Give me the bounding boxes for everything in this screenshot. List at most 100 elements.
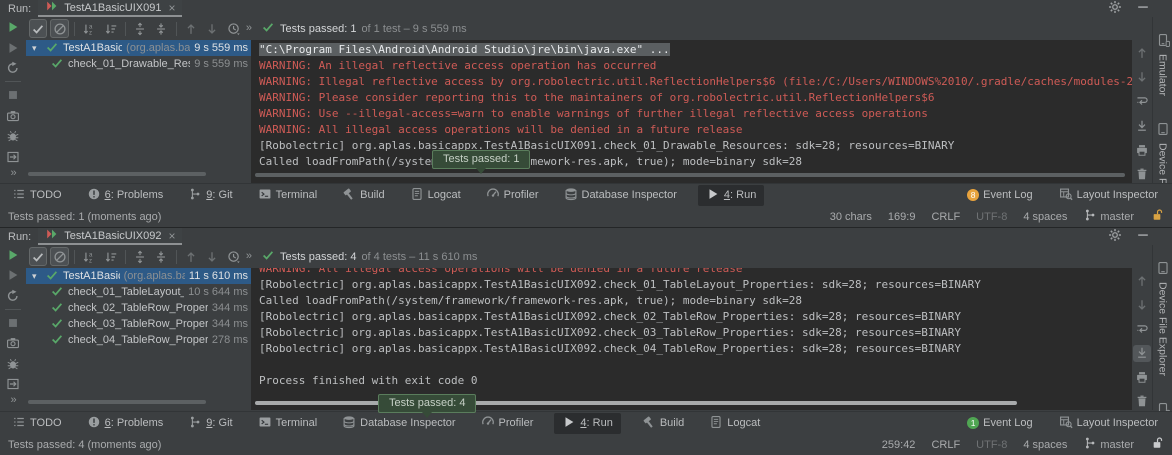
- toolwindow-button-emulator[interactable]: Emulator: [1156, 33, 1170, 96]
- chevron-down-icon[interactable]: ▾: [32, 43, 41, 54]
- rerun-icon[interactable]: [2, 37, 24, 57]
- console-output[interactable]: WARNING: All illegal access operations w…: [251, 268, 1132, 410]
- settings-gear-icon[interactable]: [1108, 228, 1122, 245]
- stop-icon[interactable]: [2, 85, 24, 105]
- run-icon[interactable]: [2, 245, 24, 265]
- scroll-down-icon[interactable]: [1133, 68, 1151, 85]
- toolwindow-button-logcat[interactable]: Logcat: [705, 413, 764, 434]
- status-widget-utf8[interactable]: UTF-8: [976, 211, 1007, 223]
- expand-all-icon[interactable]: [131, 19, 149, 38]
- screenshot-icon[interactable]: [2, 106, 24, 126]
- test-error-icon[interactable]: [2, 353, 24, 373]
- sort-by-duration-icon[interactable]: [101, 247, 119, 266]
- toolwindow-button-run[interactable]: 4: Run: [554, 413, 620, 434]
- hide-passed-icon[interactable]: [50, 247, 68, 266]
- toolwindow-button-git[interactable]: 9: Git: [184, 413, 236, 434]
- status-widget-crlf[interactable]: CRLF: [931, 211, 960, 223]
- toolwindow-button-terminal[interactable]: Terminal: [254, 185, 322, 206]
- toolwindow-button-device[interactable]: Device File Explorer: [1156, 261, 1170, 376]
- tree-horizontal-scrollbar[interactable]: [28, 172, 206, 176]
- status-widget-utf8[interactable]: UTF-8: [976, 439, 1007, 451]
- tab-close-icon[interactable]: ×: [168, 3, 175, 13]
- test-history-icon[interactable]: [224, 247, 242, 266]
- toolwindow-button-profiler[interactable]: Profiler: [477, 413, 538, 434]
- toolwindow-button-build[interactable]: Build: [338, 185, 388, 206]
- button-event-log[interactable]: 1Event Log: [963, 415, 1037, 431]
- settings-gear-icon[interactable]: [1108, 0, 1122, 17]
- scroll-up-icon[interactable]: [1133, 44, 1151, 61]
- console-horizontal-scrollbar[interactable]: [255, 173, 1125, 177]
- button-event-log[interactable]: 8Event Log: [963, 187, 1037, 203]
- scroll-to-end-icon[interactable]: [1133, 117, 1151, 134]
- git-branch-widget[interactable]: master: [1083, 208, 1134, 225]
- print-icon[interactable]: [1133, 141, 1151, 158]
- button-layout-inspector[interactable]: Layout Inspector: [1055, 185, 1162, 206]
- soft-wrap-icon[interactable]: [1133, 93, 1151, 110]
- tab-close-icon[interactable]: ×: [168, 231, 175, 241]
- clear-all-icon[interactable]: [1133, 166, 1151, 183]
- test-tree-root-row[interactable]: ▾TestA1BasicUIX091(org.aplas.basicappx)9…: [26, 40, 251, 56]
- status-widget-25942[interactable]: 259:42: [882, 439, 916, 451]
- toolwindow-button-build[interactable]: Build: [638, 413, 688, 434]
- rerun-failed-tests-icon[interactable]: [2, 58, 24, 78]
- toolwindow-button-git[interactable]: 9: Git: [184, 185, 236, 206]
- more-options-chevrons-icon[interactable]: »: [10, 167, 15, 179]
- status-widget-4spaces[interactable]: 4 spaces: [1023, 439, 1067, 451]
- hide-window-icon[interactable]: [1136, 228, 1150, 245]
- toolwindow-button-profiler[interactable]: Profiler: [482, 185, 543, 206]
- import-test-results-icon[interactable]: [2, 374, 24, 394]
- collapse-all-icon[interactable]: [152, 19, 170, 38]
- test-history-icon[interactable]: [224, 19, 242, 38]
- sort-by-duration-icon[interactable]: [101, 19, 119, 38]
- previous-failed-test-icon[interactable]: [182, 19, 200, 38]
- next-failed-test-icon[interactable]: [203, 247, 221, 266]
- toolwindow-button-todo[interactable]: TODO: [8, 413, 66, 434]
- tree-horizontal-scrollbar[interactable]: [28, 400, 206, 404]
- toolwindow-button-run[interactable]: 4: Run: [698, 185, 764, 206]
- run-icon[interactable]: [2, 17, 24, 37]
- sort-alphabetically-icon[interactable]: az: [80, 247, 98, 266]
- test-tree-row[interactable]: check_04_TableRow_Properties278 ms: [26, 332, 251, 348]
- console-horizontal-scrollbar[interactable]: [255, 401, 1017, 405]
- toolwindow-button-todo[interactable]: TODO: [8, 185, 66, 206]
- import-test-results-icon[interactable]: [2, 147, 24, 167]
- toolwindow-button-problems[interactable]: 6: Problems: [83, 185, 168, 206]
- next-failed-test-icon[interactable]: [203, 19, 221, 38]
- status-widget-1699[interactable]: 169:9: [888, 211, 916, 223]
- toolwindow-button-terminal[interactable]: Terminal: [254, 413, 322, 434]
- chevron-down-icon[interactable]: ▾: [32, 271, 41, 282]
- clear-all-icon[interactable]: [1133, 393, 1151, 410]
- screenshot-icon[interactable]: [2, 333, 24, 353]
- toolwindow-button-problems[interactable]: 6: Problems: [83, 413, 168, 434]
- run-tab[interactable]: TestA1BasicUIX091×: [38, 0, 182, 17]
- run-tab[interactable]: TestA1BasicUIX092×: [38, 228, 182, 245]
- scroll-down-icon[interactable]: [1133, 296, 1151, 313]
- status-widget-30chars[interactable]: 30 chars: [830, 211, 872, 223]
- git-branch-widget[interactable]: master: [1083, 436, 1134, 453]
- hide-window-icon[interactable]: [1136, 0, 1150, 17]
- show-passed-icon[interactable]: [29, 19, 47, 38]
- status-widget-4spaces[interactable]: 4 spaces: [1023, 211, 1067, 223]
- button-layout-inspector[interactable]: Layout Inspector: [1055, 413, 1162, 434]
- sort-alphabetically-icon[interactable]: az: [80, 19, 98, 38]
- scroll-up-icon[interactable]: [1133, 272, 1151, 289]
- test-tree-row[interactable]: check_01_Drawable_Resources9 s 559 ms: [26, 56, 251, 72]
- previous-failed-test-icon[interactable]: [182, 247, 200, 266]
- more-options-chevrons-icon[interactable]: »: [10, 394, 15, 406]
- print-icon[interactable]: [1133, 369, 1151, 386]
- stop-icon[interactable]: [2, 313, 24, 333]
- show-passed-icon[interactable]: [29, 247, 47, 266]
- rerun-failed-tests-icon[interactable]: [2, 286, 24, 306]
- write-access-lock-icon[interactable]: [1150, 436, 1164, 453]
- toolwindow-button-databaseinspector[interactable]: Database Inspector: [560, 185, 681, 206]
- test-tree-row[interactable]: check_01_TableLayout_Properties10 s 644 …: [26, 284, 251, 300]
- toolwindow-button-databaseinspector[interactable]: Database Inspector: [338, 413, 459, 434]
- status-widget-crlf[interactable]: CRLF: [931, 439, 960, 451]
- toolwindow-button-logcat[interactable]: Logcat: [406, 185, 465, 206]
- test-error-icon[interactable]: [2, 126, 24, 146]
- console-output[interactable]: "C:\Program Files\Android\Android Studio…: [251, 40, 1132, 183]
- test-tree-row[interactable]: check_03_TableRow_Properties344 ms: [26, 316, 251, 332]
- scroll-to-end-icon[interactable]: [1133, 345, 1151, 362]
- test-tree-root-row[interactable]: ▾TestA1BasicUIX092(org.aplas.basicappx)1…: [26, 268, 251, 284]
- collapse-all-icon[interactable]: [152, 247, 170, 266]
